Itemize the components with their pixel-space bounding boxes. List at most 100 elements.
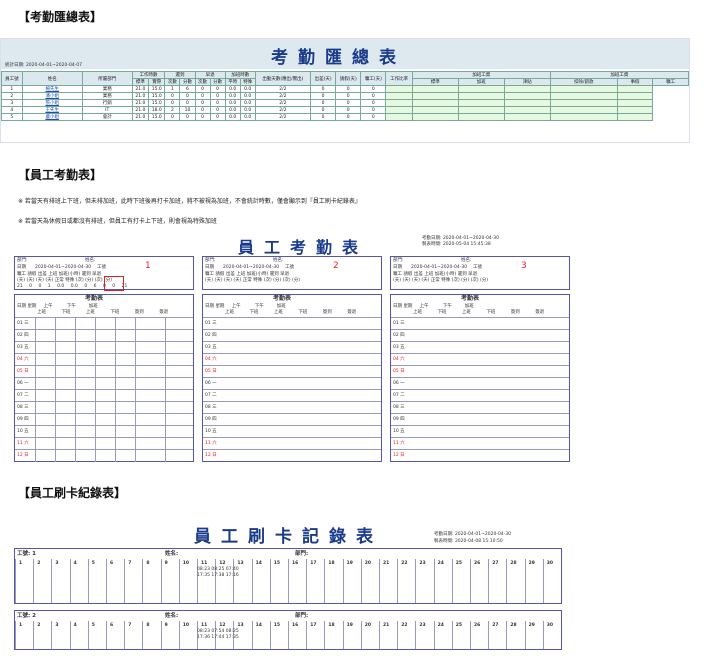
in-out-label: 上班 — [37, 310, 46, 315]
day-head-4: 加班 — [88, 304, 98, 309]
sub-ot-normal: 平時 — [224, 78, 241, 86]
day-divider — [233, 559, 235, 603]
day-number: 6 — [110, 623, 114, 628]
day-number: 19 — [346, 561, 353, 566]
cell[interactable]: 張小姐 — [21, 99, 83, 107]
day-head-2: 上午 — [43, 304, 53, 309]
cell: 18.0 — [148, 106, 166, 114]
in-out-label: 簽到 — [510, 310, 520, 315]
pay-cell — [457, 85, 505, 93]
day-divider — [397, 621, 399, 649]
col-leave: 請假(天) — [335, 71, 362, 86]
cell: 2 — [164, 106, 181, 114]
sub-early-n: 次數 — [194, 78, 211, 86]
sum-unit: 特殊 — [441, 278, 451, 283]
day-divider — [106, 621, 107, 649]
day-row: 12 日 — [391, 449, 569, 461]
day-head-3: 下午 — [254, 304, 264, 309]
in-out-label: 簽退 — [347, 310, 357, 315]
sum-head-3: 上班 — [424, 272, 434, 277]
cell[interactable]: 盧小姐 — [21, 113, 83, 121]
cell: 0 — [194, 99, 211, 107]
in-out-label: 下班 — [437, 310, 447, 315]
sum-value: 0.0 — [57, 284, 65, 289]
day-row: 06 一 — [203, 377, 381, 389]
pay-cell — [457, 106, 505, 114]
sum-unit: (次) — [94, 278, 103, 283]
day-number: 4 — [73, 623, 77, 628]
punch-print-range: 考勤日期: 2020-04-01~2020-04-30 — [434, 532, 512, 537]
cell-divider — [115, 450, 116, 462]
day-number: 30 — [546, 623, 554, 628]
cell-divider — [135, 450, 136, 462]
sum-value: 0.0 — [70, 284, 78, 289]
day-number: 2 — [37, 561, 41, 566]
cell: 業務 — [81, 85, 133, 93]
col-ratio: 工作比率 — [385, 71, 413, 86]
col-dept[interactable]: 所屬部門 — [81, 71, 133, 86]
cell: 21.0 — [131, 92, 150, 100]
cell: 0 — [310, 92, 337, 100]
day-label: 10 五 — [393, 429, 405, 434]
day-number: 20 — [364, 623, 372, 628]
day-divider — [33, 621, 35, 649]
emp-id: 工號: 2 — [17, 613, 36, 619]
cell: 0 — [335, 99, 362, 107]
cell[interactable]: 潘小姐 — [21, 92, 83, 100]
day-row: 10 五 — [391, 425, 569, 437]
day-label: 02 四 — [17, 333, 29, 338]
day-row: 08 三 — [391, 401, 569, 413]
date-label: 日期 — [17, 265, 26, 270]
day-divider — [433, 559, 435, 603]
day-number: 10 — [182, 623, 190, 628]
col-trip: 出差(天) — [310, 71, 337, 86]
grid-title: 考勤表 — [461, 295, 480, 302]
day-number: 24 — [437, 561, 444, 566]
sum-units: (天) (天) (天) (天) 正常 特殊 (次) (分) (次) (分) — [393, 278, 488, 284]
day-head-4: 加班 — [276, 304, 286, 309]
day-label: 08 三 — [17, 405, 29, 410]
cell: 10 — [179, 106, 196, 114]
day-label: 09 四 — [393, 417, 405, 422]
in-out-label: 下班 — [298, 310, 308, 315]
table-row: 3 張小姐 行銷 21.0 15.0 0 0 0 0 0.0 0.0 2/2 0 0 0 — [1, 99, 689, 107]
pay-cell — [503, 85, 551, 93]
summary-range: 統計日期: 2020-04-01~2020-04-07 — [5, 63, 83, 68]
day-divider — [360, 621, 362, 649]
day-label: 01 三 — [17, 321, 29, 326]
sum-unit: (次) — [263, 278, 272, 283]
sum-units: (天) (天) (天) (天) 正常 特殊 (次) (分) (次) (分) — [205, 278, 300, 284]
cell: 6 — [179, 85, 196, 93]
day-divider — [342, 621, 344, 649]
cell: 0 — [360, 85, 387, 93]
cell[interactable]: 楊先生 — [21, 85, 83, 93]
cell: 0.0 — [239, 92, 256, 100]
sum-head-1: 請假 — [215, 272, 225, 277]
day-divider — [87, 621, 89, 649]
summary-rows: 1 楊先生 業務 21.0 15.0 1 6 0 0 0.0 0.0 2/2 0 0 0 2 潘小姐 業務 21.0… — [1, 85, 689, 121]
day-label: 02 四 — [205, 333, 217, 338]
sub2-2: 津貼 — [503, 78, 551, 86]
day-number: 22 — [401, 561, 408, 566]
day-label: 03 五 — [393, 345, 405, 350]
sum-head-3: 上班 — [48, 272, 58, 277]
name-label: 姓名: — [461, 258, 472, 263]
day-number: 28 — [510, 561, 517, 566]
heading-employee-attendance: 【員工考勤表】 — [18, 168, 103, 182]
cell[interactable]: 王先生 — [21, 106, 83, 114]
day-number: 25 — [455, 623, 463, 628]
in-out-label: 下班 — [249, 310, 259, 315]
sum-unit: (天) — [45, 278, 54, 283]
day-divider — [142, 621, 144, 649]
day-number: 5 — [91, 561, 95, 566]
date-range: 2020-04-01~2020-04-30 — [35, 265, 92, 270]
in-out-label: 上班 — [225, 310, 234, 315]
cell: 0 — [179, 92, 196, 100]
sum-unit: (天) — [411, 278, 420, 283]
sum-head-0: 曠工 — [17, 272, 26, 277]
day-number: 18 — [328, 623, 335, 628]
day-label: 06 一 — [17, 381, 29, 386]
day-head-1: 星期 — [403, 304, 413, 309]
sum-head-1: 請假 — [403, 272, 413, 277]
name-label: 姓名: — [273, 258, 284, 263]
